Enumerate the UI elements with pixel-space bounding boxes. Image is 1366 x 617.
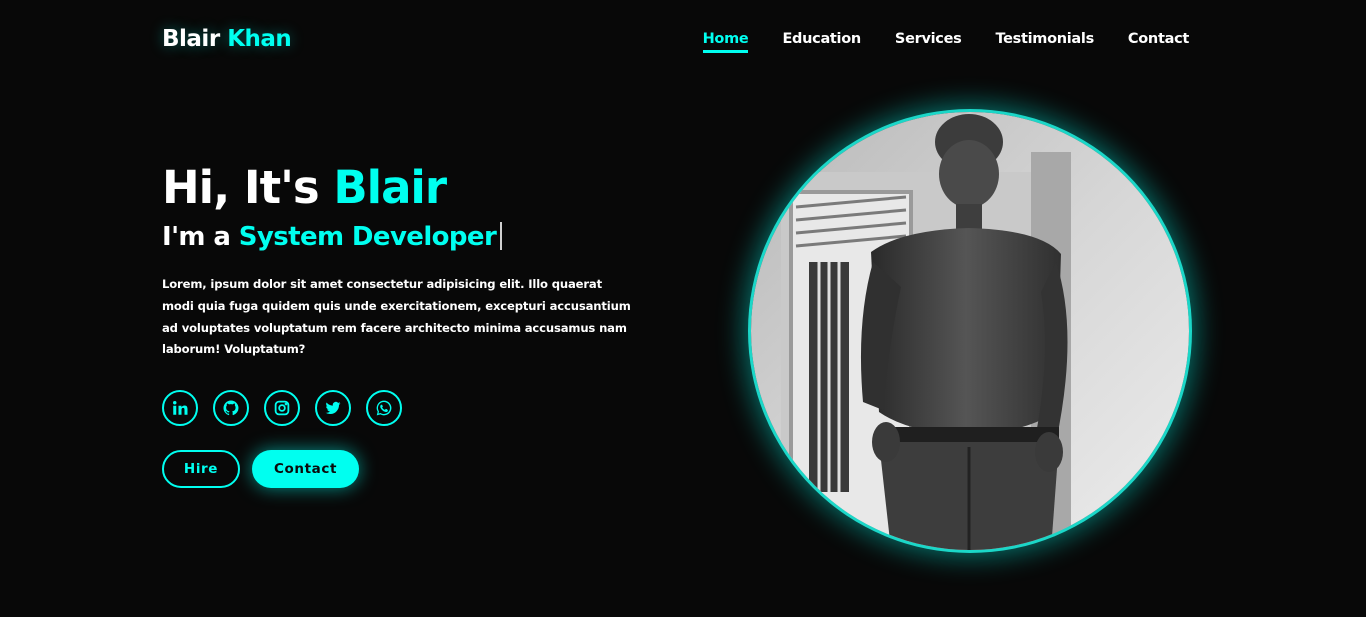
hero-role-prefix: I'm a xyxy=(162,222,231,252)
typing-caret xyxy=(500,222,503,250)
logo-first-name: Blair xyxy=(162,26,220,52)
hero-buttons: Hire Contact xyxy=(162,450,359,488)
hero-name: Blair xyxy=(333,161,447,214)
logo[interactable]: Blair Khan xyxy=(162,26,292,52)
hero-description: Lorem, ipsum dolor sit amet consectetur … xyxy=(162,277,631,357)
linkedin-icon[interactable] xyxy=(162,390,198,426)
nav-home[interactable]: Home xyxy=(702,31,749,53)
hero-heading: Hi, It's Blair xyxy=(162,160,632,216)
hero-greeting: Hi, It's xyxy=(162,161,320,214)
twitter-icon[interactable] xyxy=(315,390,351,426)
page: Blair Khan Home Education Services Testi… xyxy=(0,0,1366,617)
nav-services[interactable]: Services xyxy=(895,31,962,53)
github-icon[interactable] xyxy=(213,390,249,426)
hero-role: I'm a System Developer xyxy=(162,220,632,254)
profile-photo xyxy=(751,112,1189,550)
nav-contact[interactable]: Contact xyxy=(1128,31,1189,53)
nav-testimonials[interactable]: Testimonials xyxy=(995,31,1094,53)
nav-education[interactable]: Education xyxy=(782,31,861,53)
profile-photo-illustration xyxy=(751,112,1189,550)
instagram-icon[interactable] xyxy=(264,390,300,426)
hire-button[interactable]: Hire xyxy=(162,450,240,488)
hero-role-title: System Developer xyxy=(238,222,497,252)
logo-last-name: Khan xyxy=(227,26,292,52)
main-nav: Home Education Services Testimonials Con… xyxy=(702,31,1189,53)
hero-section: Hi, It's Blair I'm a System Developer Lo… xyxy=(162,160,632,361)
contact-button[interactable]: Contact xyxy=(252,450,359,488)
whatsapp-icon[interactable] xyxy=(366,390,402,426)
social-links xyxy=(162,390,402,426)
